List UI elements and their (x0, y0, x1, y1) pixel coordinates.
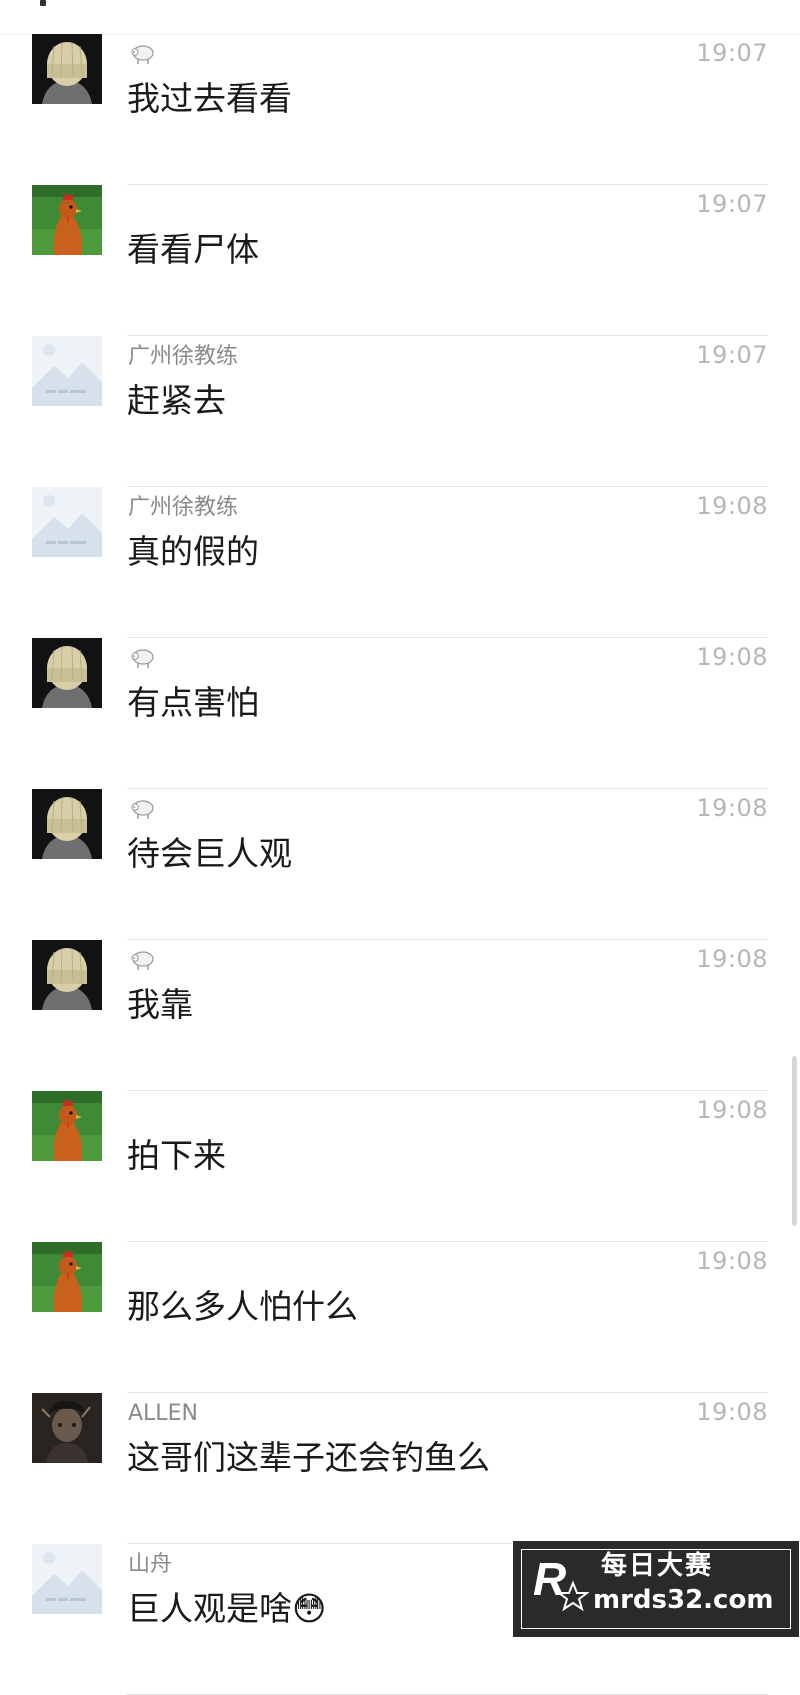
sheep-icon (128, 797, 156, 821)
message-item[interactable]: 19:08 我靠 (0, 940, 800, 1091)
watermark-title: 每日大赛 (601, 1551, 714, 1581)
avatar[interactable] (32, 336, 102, 406)
message-time: 19:08 (696, 643, 768, 671)
message-item[interactable]: 19:08 那么多人怕什么 (0, 1242, 800, 1393)
message-text: 赶紧去 (127, 381, 226, 420)
message-time: 19:07 (696, 341, 768, 369)
scrollbar[interactable] (792, 1056, 797, 1226)
message-text: 看看尸体 (127, 230, 259, 269)
message-text: 这哥们这辈子还会钓鱼么 (127, 1438, 490, 1477)
sender-name: 山舟 (128, 1552, 173, 1577)
sheep-icon (128, 646, 156, 670)
avatar[interactable] (32, 1091, 102, 1161)
top-bar (0, 0, 800, 35)
message-text: 待会巨人观 (127, 834, 292, 873)
message-item[interactable]: 广州徐教练 19:07 赶紧去 (0, 336, 800, 487)
message-text: 那么多人怕什么 (127, 1287, 358, 1326)
message-text: 我靠 (127, 985, 193, 1024)
message-item[interactable]: 19:08 有点害怕 (0, 638, 800, 789)
avatar[interactable] (32, 487, 102, 557)
message-item[interactable]: 19:08 拍下来 (0, 1091, 800, 1242)
message-item[interactable]: 19:07 我过去看看 (0, 34, 800, 185)
avatar[interactable] (32, 1544, 102, 1614)
avatar[interactable] (32, 34, 102, 104)
svg-text:R: R (533, 1553, 566, 1605)
watermark-logo-icon: R (533, 1553, 589, 1612)
avatar[interactable] (32, 638, 102, 708)
message-time: 19:08 (696, 492, 768, 520)
message-text: 巨人观是啥😳 (127, 1589, 327, 1628)
avatar[interactable] (32, 940, 102, 1010)
message-time: 19:07 (696, 190, 768, 218)
message-item[interactable]: 19:08 待会巨人观 (0, 789, 800, 940)
message-item[interactable]: ALLEN 19:08 这哥们这辈子还会钓鱼么 (0, 1393, 800, 1544)
message-text: 有点害怕 (127, 683, 259, 722)
sheep-icon (128, 42, 156, 66)
message-item[interactable]: 19:07 看看尸体 (0, 185, 800, 336)
message-item[interactable]: 广州徐教练 19:08 真的假的 (0, 487, 800, 638)
sender-name: ALLEN (128, 1401, 198, 1426)
avatar[interactable] (32, 789, 102, 859)
avatar[interactable] (32, 1393, 102, 1463)
avatar[interactable] (32, 185, 102, 255)
watermark: R 每日大赛 mrds32.com (512, 1540, 800, 1638)
sender-name: 广州徐教练 (128, 495, 239, 520)
message-list: 19:07 我过去看看 19:07 看看尸体 广州徐教练 19:07 赶紧去 广州徐教练 19:… (0, 34, 800, 1695)
message-time: 19:08 (696, 1096, 768, 1124)
message-time: 19:08 (696, 1398, 768, 1426)
message-time: 19:08 (696, 794, 768, 822)
back-icon[interactable] (40, 0, 46, 6)
watermark-url: mrds32.com (593, 1585, 774, 1615)
sheep-icon (128, 948, 156, 972)
avatar[interactable] (32, 1242, 102, 1312)
message-text: 真的假的 (127, 532, 259, 571)
message-time: 19:08 (696, 945, 768, 973)
sender-name: 广州徐教练 (128, 344, 239, 369)
message-time: 19:08 (696, 1247, 768, 1275)
message-time: 19:07 (696, 39, 768, 67)
message-text: 拍下来 (127, 1136, 226, 1175)
message-text: 我过去看看 (127, 79, 292, 118)
